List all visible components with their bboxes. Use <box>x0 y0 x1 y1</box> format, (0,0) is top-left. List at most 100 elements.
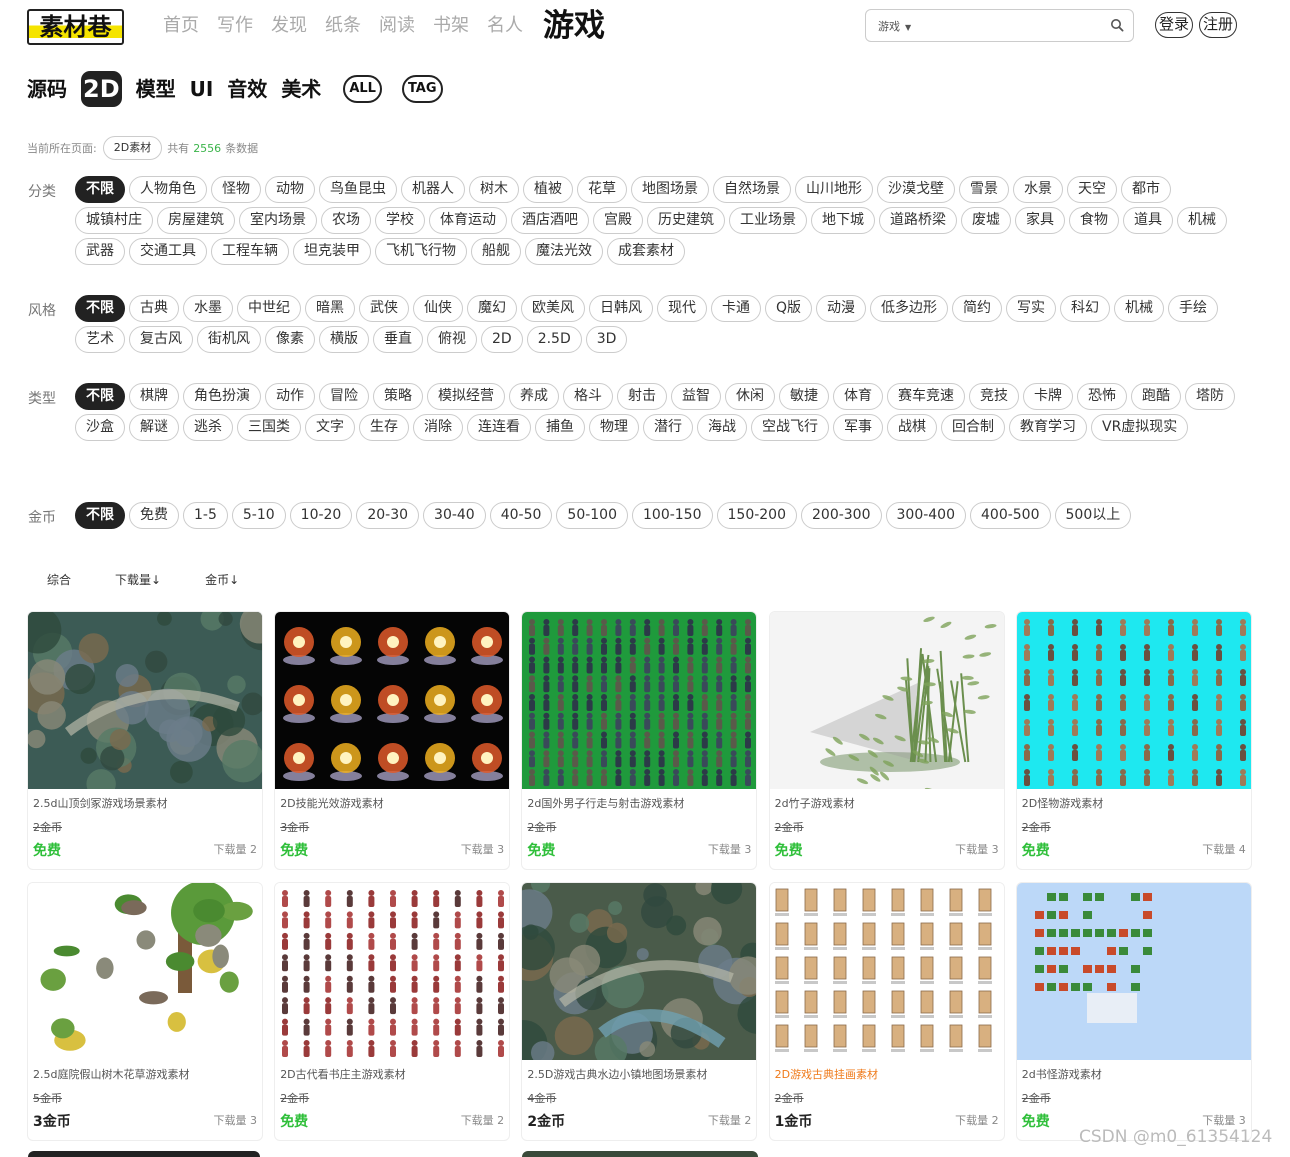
filter-chip-category[interactable]: 水景 <box>1013 176 1063 203</box>
thumbnail-image[interactable] <box>28 883 263 1060</box>
thumbnail-image[interactable] <box>1016 883 1252 1060</box>
login-button[interactable]: 登录 <box>1155 12 1194 38</box>
filter-chip-style[interactable]: 科幻 <box>1060 295 1111 322</box>
filter-chip-genre[interactable]: 塔防 <box>1185 383 1235 410</box>
thumbnail-image[interactable] <box>522 883 757 1060</box>
filter-chip-category[interactable]: 树木 <box>469 176 519 203</box>
filter-chip-style[interactable]: 武侠 <box>359 295 409 322</box>
asset-card[interactable]: 2D怪物游戏素材 2金币 免费 下载量 4 <box>1015 611 1252 870</box>
filter-chip-coins[interactable]: 10-20 <box>289 502 353 529</box>
filter-chip-coins[interactable]: 30-40 <box>423 502 486 529</box>
filter-chip-category[interactable]: 酒店酒吧 <box>511 207 589 234</box>
nav-write[interactable]: 写作 <box>217 12 253 40</box>
filter-chip-coins[interactable]: 150-200 <box>716 502 797 529</box>
tab-all[interactable]: ALL <box>343 75 382 103</box>
sort-coins[interactable]: 金币↓ <box>205 571 239 588</box>
filter-chip-style[interactable]: 卡通 <box>711 295 761 322</box>
filter-chip-category[interactable]: 交通工具 <box>129 238 207 265</box>
filter-chip-style[interactable]: 水墨 <box>183 295 233 322</box>
filter-chip-category[interactable]: 道具 <box>1123 207 1173 234</box>
card-title[interactable]: 2D游戏古典挂画素材 <box>775 1066 1003 1082</box>
asset-card[interactable]: 2D古代看书庄主游戏素材 2金币 免费 下载量 2 <box>274 882 511 1141</box>
filter-chip-genre[interactable]: 三国类 <box>237 414 301 441</box>
filter-chip-genre[interactable]: 解谜 <box>129 414 179 441</box>
filter-chip-category[interactable]: 室内场景 <box>239 207 317 234</box>
filter-chip-coins[interactable]: 100-150 <box>632 502 713 529</box>
filter-chip-genre[interactable]: 模拟经营 <box>427 383 505 410</box>
filter-chip-genre[interactable]: 休闲 <box>725 383 775 410</box>
thumbnail-image[interactable] <box>522 612 757 789</box>
filter-chip-genre[interactable]: 赛车竞速 <box>887 383 965 410</box>
filter-chip-style[interactable]: 动漫 <box>816 295 867 322</box>
filter-chip-genre[interactable]: 军事 <box>833 414 883 441</box>
filter-chip-category[interactable]: 人物角色 <box>129 176 207 203</box>
filter-chip-coins[interactable]: 1-5 <box>183 502 228 529</box>
filter-chip-category[interactable]: 武器 <box>75 238 125 265</box>
thumbnail-image[interactable] <box>1016 612 1252 789</box>
filter-chip-genre[interactable]: 策略 <box>373 383 423 410</box>
nav-read[interactable]: 阅读 <box>379 12 415 40</box>
filter-chip-category[interactable]: 食物 <box>1069 207 1119 234</box>
filter-chip-category[interactable]: 工业场景 <box>729 207 807 234</box>
filter-chip-genre[interactable]: 文字 <box>305 414 355 441</box>
filter-chip-category[interactable]: 道路桥梁 <box>879 207 957 234</box>
filter-chip-style[interactable]: 欧美风 <box>521 295 585 322</box>
asset-card[interactable]: 2.5d山顶剑冢游戏场景素材 2金币 免费 下载量 2 <box>27 611 263 870</box>
filter-chip-genre[interactable]: 冒险 <box>319 383 369 410</box>
thumbnail-image[interactable] <box>28 612 263 789</box>
asset-card[interactable]: 2.5D游戏古典水边小镇地图场景素材 4金币 2金币 下载量 2 <box>521 882 758 1141</box>
sort-downloads[interactable]: 下载量↓ <box>115 571 161 588</box>
filter-chip-style[interactable]: 中世纪 <box>237 295 301 322</box>
search-type-select[interactable]: 游戏 ▼ <box>878 18 911 34</box>
filter-chip-style[interactable]: 低多边形 <box>870 295 949 322</box>
filter-chip-genre[interactable]: 潜行 <box>643 414 693 441</box>
filter-chip-style[interactable]: 复古风 <box>129 326 193 353</box>
nav-home[interactable]: 首页 <box>163 12 199 40</box>
filter-chip-category[interactable]: 废墟 <box>961 207 1011 234</box>
register-button[interactable]: 注册 <box>1199 12 1238 38</box>
site-logo[interactable]: 素材巷 <box>27 9 124 45</box>
filter-chip-genre[interactable]: 角色扮演 <box>183 383 261 410</box>
filter-chip-category[interactable]: 植被 <box>523 176 573 203</box>
filter-chip-genre[interactable]: 生存 <box>359 414 409 441</box>
filter-chip-category[interactable]: 机械 <box>1177 207 1227 234</box>
filter-chip-style[interactable]: Q版 <box>765 295 813 322</box>
filter-chip-category[interactable]: 都市 <box>1121 176 1171 203</box>
card-title[interactable]: 2.5D游戏古典水边小镇地图场景素材 <box>527 1066 755 1082</box>
filter-chip-genre[interactable]: 消除 <box>413 414 463 441</box>
filter-chip-coins[interactable]: 400-500 <box>970 502 1051 529</box>
tab-2d[interactable]: 2D <box>81 71 122 107</box>
filter-chip-category[interactable]: 不限 <box>75 176 125 203</box>
filter-chip-category[interactable]: 怪物 <box>211 176 261 203</box>
filter-chip-style[interactable]: 古典 <box>129 295 179 322</box>
tab-source[interactable]: 源码 <box>27 71 67 107</box>
filter-chip-category[interactable]: 房屋建筑 <box>157 207 235 234</box>
tab-audio[interactable]: 音效 <box>227 71 267 107</box>
card-title[interactable]: 2D怪物游戏素材 <box>1022 795 1250 811</box>
filter-chip-coins[interactable]: 500以上 <box>1054 502 1132 529</box>
filter-chip-coins[interactable]: 40-50 <box>489 502 553 529</box>
filter-chip-category[interactable]: 地图场景 <box>631 176 709 203</box>
filter-chip-coins[interactable]: 200-300 <box>801 502 882 529</box>
filter-chip-style[interactable]: 机械 <box>1114 295 1165 322</box>
filter-chip-style[interactable]: 像素 <box>265 326 315 353</box>
filter-chip-style[interactable]: 写实 <box>1006 295 1057 322</box>
card-title[interactable]: 2.5d山顶剑冢游戏场景素材 <box>33 795 261 811</box>
filter-chip-genre[interactable]: 养成 <box>509 383 559 410</box>
filter-chip-genre[interactable]: 竞技 <box>969 383 1019 410</box>
filter-chip-genre[interactable]: 空战飞行 <box>751 414 829 441</box>
filter-chip-genre[interactable]: 射击 <box>617 383 667 410</box>
filter-chip-style[interactable]: 横版 <box>319 326 369 353</box>
filter-chip-category[interactable]: 学校 <box>375 207 425 234</box>
filter-chip-category[interactable]: 工程车辆 <box>211 238 289 265</box>
filter-chip-style[interactable]: 2.5D <box>526 326 582 353</box>
filter-chip-genre[interactable]: 海战 <box>697 414 747 441</box>
filter-chip-coins[interactable]: 300-400 <box>885 502 966 529</box>
nav-games[interactable]: 游戏 <box>543 11 605 42</box>
filter-chip-style[interactable]: 魔幻 <box>467 295 517 322</box>
filter-chip-genre[interactable]: 敏捷 <box>779 383 829 410</box>
filter-chip-genre[interactable]: 捕鱼 <box>535 414 585 441</box>
tab-tag[interactable]: TAG <box>401 75 443 103</box>
filter-chip-style[interactable]: 垂直 <box>373 326 423 353</box>
filter-chip-genre[interactable]: VR虚拟现实 <box>1091 414 1189 441</box>
